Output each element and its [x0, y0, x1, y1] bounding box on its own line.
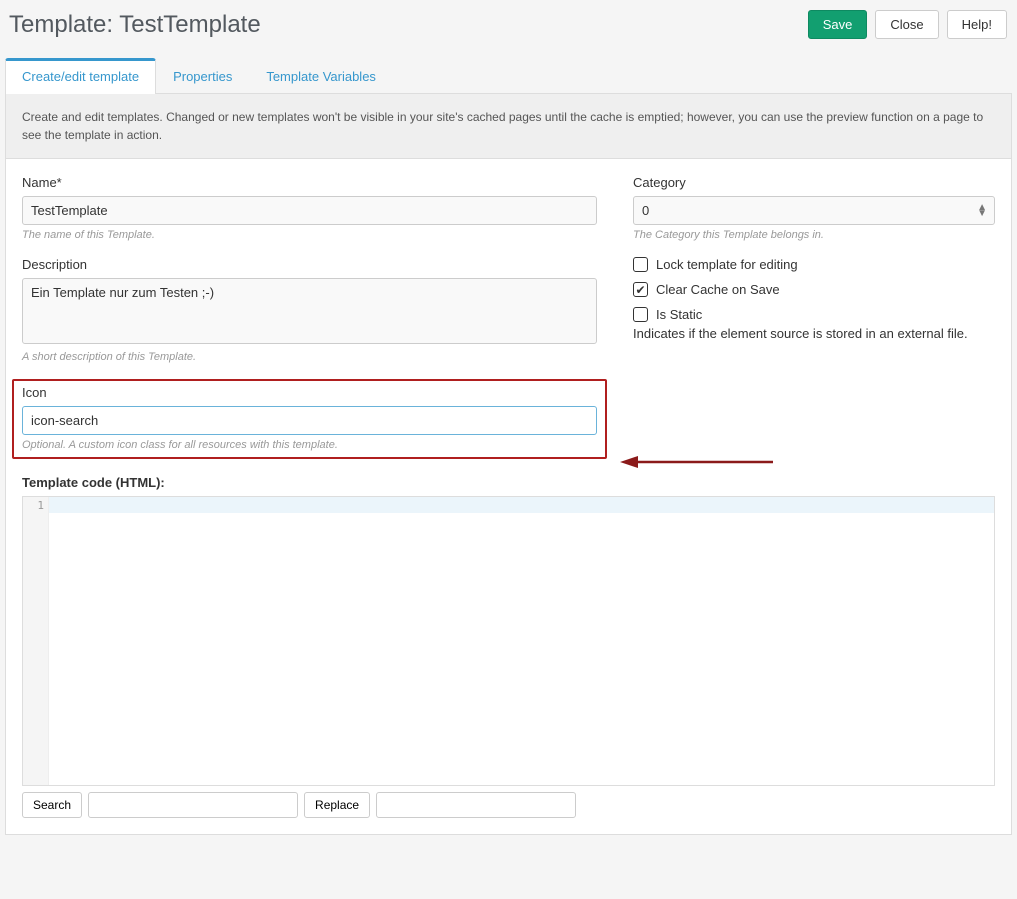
description-input[interactable]: Ein Template nur zum Testen ;-): [22, 278, 597, 344]
search-input[interactable]: [88, 792, 298, 818]
clear-cache-label: Clear Cache on Save: [656, 282, 780, 297]
lock-template-label: Lock template for editing: [656, 257, 798, 272]
name-field-group: Name* The name of this Template.: [22, 175, 597, 241]
annotation-highlight: Icon Optional. A custom icon class for a…: [12, 379, 607, 459]
code-gutter: 1: [23, 497, 49, 785]
icon-input[interactable]: [22, 406, 597, 435]
name-help: The name of this Template.: [22, 229, 597, 241]
is-static-label: Is Static: [656, 307, 702, 322]
intro-text: Create and edit templates. Changed or ne…: [6, 94, 1011, 159]
tab-properties[interactable]: Properties: [156, 58, 249, 94]
lock-template-checkbox[interactable]: Lock template for editing: [633, 257, 995, 272]
checkbox-icon: [633, 257, 648, 272]
code-section: Template code (HTML): 1 Search Replace: [6, 475, 1011, 834]
search-replace-bar: Search Replace: [22, 792, 995, 818]
page-title: Template: TestTemplate: [9, 11, 261, 39]
tab-create-edit[interactable]: Create/edit template: [5, 58, 156, 94]
help-button[interactable]: Help!: [947, 10, 1007, 39]
category-help: The Category this Template belongs in.: [633, 229, 995, 241]
checkbox-icon: [633, 307, 648, 322]
icon-label: Icon: [22, 385, 597, 400]
icon-help: Optional. A custom icon class for all re…: [22, 439, 597, 451]
code-label: Template code (HTML):: [22, 475, 995, 490]
tab-template-variables[interactable]: Template Variables: [249, 58, 393, 94]
close-button[interactable]: Close: [875, 10, 938, 39]
category-field-group: Category 0 ▲▼ The Category this Template…: [633, 175, 995, 241]
line-number: 1: [23, 499, 44, 512]
category-select[interactable]: 0: [633, 196, 995, 225]
icon-field-group: Icon Optional. A custom icon class for a…: [22, 385, 597, 451]
code-area[interactable]: [49, 497, 994, 785]
tab-bar: Create/edit template Properties Template…: [5, 57, 1012, 94]
replace-button[interactable]: Replace: [304, 792, 370, 818]
description-help: A short description of this Template.: [22, 351, 597, 363]
description-label: Description: [22, 257, 597, 272]
category-label: Category: [633, 175, 995, 190]
clear-cache-checkbox[interactable]: ✔ Clear Cache on Save: [633, 282, 995, 297]
search-button[interactable]: Search: [22, 792, 82, 818]
is-static-checkbox[interactable]: Is Static: [633, 307, 995, 322]
code-editor[interactable]: 1: [22, 496, 995, 786]
name-label: Name*: [22, 175, 597, 190]
tab-content: Create and edit templates. Changed or ne…: [5, 94, 1012, 835]
replace-input[interactable]: [376, 792, 576, 818]
checkbox-checked-icon: ✔: [633, 282, 648, 297]
header-buttons: Save Close Help!: [808, 10, 1012, 39]
is-static-help: Indicates if the element source is store…: [633, 326, 995, 341]
description-field-group: Description Ein Template nur zum Testen …: [22, 257, 597, 363]
save-button[interactable]: Save: [808, 10, 868, 39]
name-input[interactable]: [22, 196, 597, 225]
